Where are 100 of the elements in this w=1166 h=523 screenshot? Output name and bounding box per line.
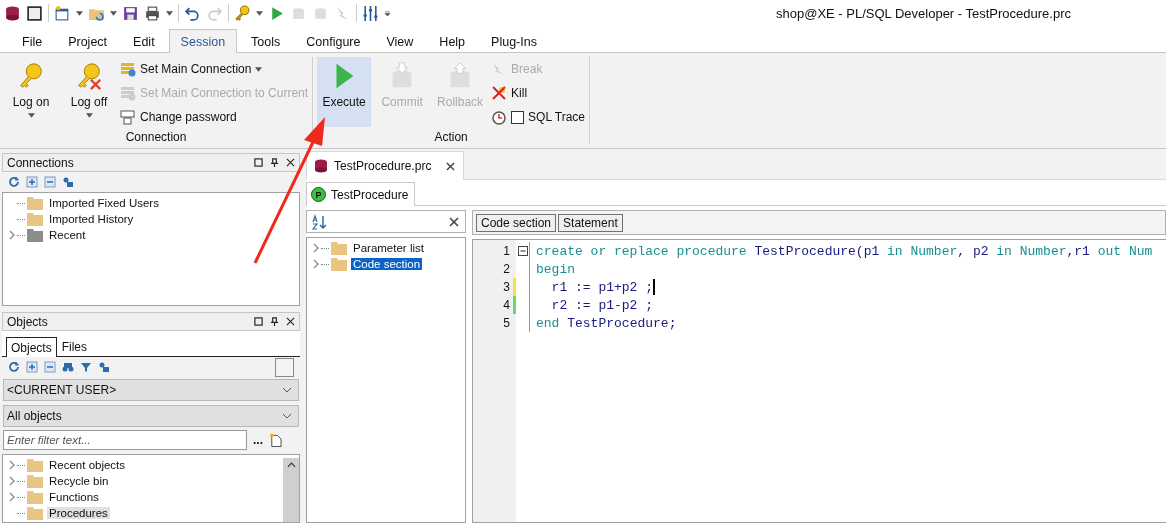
window-icon[interactable] [26,4,43,22]
chevron-icon[interactable] [9,476,15,486]
section-button[interactable]: Statement [558,213,623,232]
pin-icon[interactable] [270,317,279,326]
pin-icon[interactable] [270,158,279,167]
line-number: 3 [502,280,510,294]
group-label: Action [433,130,469,146]
restore-icon[interactable] [254,158,263,167]
schema-dropdown[interactable]: <CURRENT USER> [3,379,299,401]
tree-item[interactable]: Recycle bin [47,475,111,487]
tab-label: TestProcedure [331,187,409,202]
line-number: 1 [502,244,510,258]
key-icon[interactable] [234,4,251,22]
database-icon [313,158,329,174]
close-icon[interactable] [449,216,459,227]
menu-tab[interactable]: Project [56,29,120,53]
expand-icon[interactable] [26,361,38,373]
ribbon-command[interactable]: Change password [120,107,309,127]
tree-item[interactable]: Functions [47,491,101,503]
chevron-down-icon [282,413,292,419]
procedure-badge: P [311,187,326,202]
object-tab[interactable]: P TestProcedure [306,182,416,206]
close-icon[interactable] [446,161,456,171]
collapse-icon[interactable] [44,176,56,188]
object-type-dropdown[interactable]: All objects [3,405,299,427]
refresh-icon[interactable] [8,361,20,373]
restore-icon[interactable] [254,317,263,326]
more-button[interactable]: ... [251,433,265,447]
close-icon[interactable] [286,317,295,326]
menu-tab[interactable]: Session [168,29,238,53]
line-number: 2 [502,262,510,276]
filter-icon[interactable] [80,361,92,373]
caret-icon[interactable] [166,10,173,16]
folder-icon [27,458,43,472]
menu-tab[interactable]: View [374,29,426,53]
code-line: end TestProcedure; [536,315,677,331]
kill-icon [491,85,508,101]
database-stack-icon [120,85,136,101]
panel-title: Objects [7,314,48,329]
print-icon[interactable] [144,4,161,22]
database-icon[interactable] [4,4,21,22]
tree-item[interactable]: Parameter list [351,242,426,254]
chevron-icon[interactable] [9,492,15,502]
new-window-icon[interactable] [54,4,71,22]
chevron-up-icon[interactable] [286,462,296,468]
code-line: r1 := p1+p2 ; [550,279,654,295]
line-number: 4 [502,298,510,312]
toggle-button[interactable] [275,357,294,377]
tree-item[interactable]: Code section [351,258,423,270]
ribbon-button[interactable]: Log off [62,57,116,127]
menu-tab[interactable]: Plug-Ins [479,29,549,53]
expand-icon[interactable] [26,176,38,188]
caret-icon[interactable] [76,10,83,16]
tree-item[interactable]: Imported History [47,213,136,225]
ribbon-button[interactable]: Execute [317,57,372,127]
chevron-icon[interactable] [9,460,15,470]
save-icon[interactable] [122,4,139,22]
tree-item[interactable]: Procedures [47,507,110,519]
tree-item[interactable]: Recent objects [47,459,128,471]
menu-tab[interactable]: Edit [121,29,167,53]
ribbon-command[interactable]: Kill [491,83,585,103]
caret-icon[interactable] [110,10,117,16]
collapse-icon[interactable] [44,361,56,373]
overflow-icon[interactable] [384,10,391,16]
caret-icon[interactable] [256,10,263,16]
binoculars-icon[interactable] [62,361,74,373]
refresh-icon[interactable] [8,176,20,188]
line-number: 5 [502,316,510,330]
scrollbar[interactable] [283,457,299,522]
sql-trace-checkbox[interactable]: SQL Trace [491,107,585,127]
filter-field[interactable]: Enter filter text... [3,430,247,450]
code-line: begin [536,261,575,277]
folder-icon [27,490,43,504]
window-title: shop@XE - PL/SQL Developer - TestProcedure.prc [776,5,1071,21]
tree-item[interactable]: Recent [47,229,88,241]
sliders-icon[interactable] [362,4,379,22]
menu-tab[interactable]: Tools [239,29,293,53]
close-icon[interactable] [286,158,295,167]
chevron-down-icon [282,387,292,393]
new-file-icon[interactable] [269,432,282,448]
section-button[interactable]: Code section [476,213,557,232]
fold-icon[interactable] [517,246,528,256]
chevron-icon[interactable] [9,230,15,240]
tree-item[interactable]: Imported Fixed Users [47,197,161,209]
panel-tab[interactable]: Files [56,337,93,356]
folder-icon [27,506,43,520]
tab-label: TestProcedure.prc [334,159,432,173]
menu-tab[interactable]: File [10,29,55,53]
group-label: Connection [124,130,188,146]
panel-tab[interactable]: Objects [6,337,57,357]
folder-icon [331,257,347,271]
sort-icon[interactable] [312,213,328,230]
menu-tab[interactable]: Configure [294,29,373,53]
panel-title: Connections [7,155,74,170]
folder-icon [331,241,347,255]
menu-tab[interactable]: Help [427,29,478,53]
document-tab[interactable]: TestProcedure.prc [306,151,465,180]
ribbon-button[interactable]: Log on [4,57,58,127]
code-line: r2 := p1-p2 ; [550,297,654,313]
ribbon-command[interactable]: Set Main Connection [120,59,309,79]
